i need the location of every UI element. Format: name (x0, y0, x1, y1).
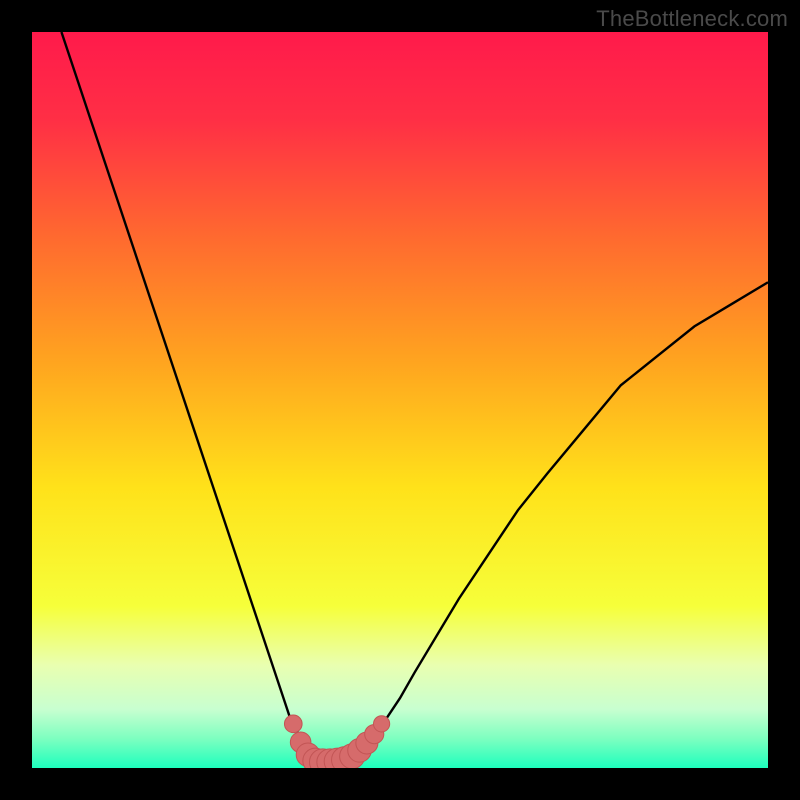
watermark-text: TheBottleneck.com (596, 6, 788, 32)
sweet-spot-marker (284, 715, 302, 733)
bottleneck-chart (32, 32, 768, 768)
gradient-background (32, 32, 768, 768)
sweet-spot-marker (374, 716, 390, 732)
plot-area (32, 32, 768, 768)
chart-frame: TheBottleneck.com (0, 0, 800, 800)
